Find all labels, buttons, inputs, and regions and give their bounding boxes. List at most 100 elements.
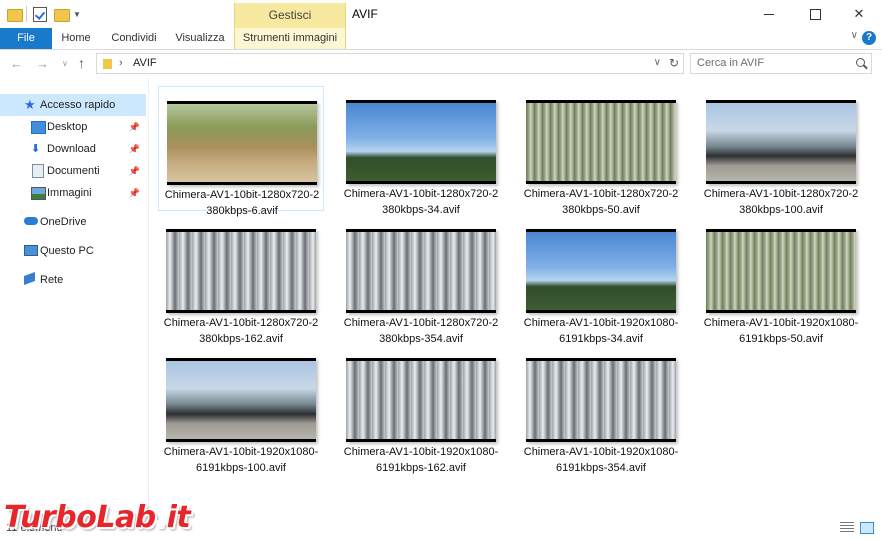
file-item[interactable]: Chimera-AV1-10bit-1280x720-2 380kbps-34.a… [338,86,504,216]
file-name: Chimera-AV1-10bit-1920x1080- 6191kbps-354… [523,446,679,474]
file-name: Chimera-AV1-10bit-1280x720-2 380kbps-354.… [343,317,499,345]
tab-home[interactable]: Home [56,28,96,49]
sidebar-item-label: Accesso rapido [40,99,116,111]
file-item[interactable]: Chimera-AV1-10bit-1280x720-2 380kbps-162.… [158,215,324,345]
file-thumbnail [706,100,856,184]
sidebar-item-download[interactable]: ⬇ Download 📌 [0,138,146,160]
file-thumbnail [706,229,856,313]
maximize-icon [809,8,821,20]
star-icon: ★ [24,97,36,112]
window-title: AVIF [352,7,378,21]
sidebar-item-label: Desktop [47,121,88,133]
large-icons-view-icon[interactable] [860,522,874,534]
new-folder-icon[interactable] [53,6,70,22]
pin-icon: 📌 [128,166,140,176]
title-bar: ▼ Gestisci AVIF ✕ [0,0,882,28]
tab-visualizza[interactable]: Visualizza [170,28,230,49]
folder-icon [6,6,23,22]
network-icon [24,271,35,286]
file-item[interactable]: Chimera-AV1-10bit-1280x720-2 380kbps-100.… [698,86,864,216]
sidebar-item-rete[interactable]: Rete [0,269,146,291]
sidebar-item-questo-pc[interactable]: Questo PC [0,240,146,262]
file-name: Chimera-AV1-10bit-1280x720-2 380kbps-100.… [703,188,859,216]
cloud-icon [24,217,38,225]
close-icon: ✕ [853,6,865,21]
pictures-icon [31,187,46,200]
toolbar-divider [26,6,27,22]
file-thumbnail [346,100,496,184]
folder-icon [103,59,112,69]
customize-toolbar-chevron-icon[interactable]: ▼ [73,10,81,19]
file-item[interactable]: Chimera-AV1-10bit-1280x720-2 380kbps-354.… [338,215,504,345]
sidebar-item-accesso-rapido[interactable]: ★ Accesso rapido [0,94,146,116]
address-bar[interactable]: › AVIF ∨ ↻ [96,53,684,74]
breadcrumb-chevron-icon[interactable]: › [119,57,123,69]
navigation-pane: ★ Accesso rapido Desktop 📌 ⬇ Download 📌 … [0,78,149,540]
file-thumbnail [526,229,676,313]
sidebar-item-label: Rete [40,274,64,286]
file-item[interactable]: Chimera-AV1-10bit-1920x1080- 6191kbps-100… [158,344,324,474]
file-name: Chimera-AV1-10bit-1920x1080- 6191kbps-34.… [523,317,679,345]
help-icon[interactable]: ? [862,31,876,45]
address-dropdown-icon[interactable]: ∨ [654,57,661,68]
file-name: Chimera-AV1-10bit-1280x720-2 380kbps-50.a… [523,188,679,216]
file-thumbnail [526,358,676,442]
documents-icon [32,164,44,178]
desktop-icon [31,121,46,134]
file-thumbnail [166,358,316,442]
file-name: Chimera-AV1-10bit-1920x1080- 6191kbps-162… [343,446,499,474]
sidebar-item-onedrive[interactable]: OneDrive [0,211,146,233]
sidebar-item-label: Immagini [47,187,92,199]
file-name: Chimera-AV1-10bit-1280x720-2 380kbps-34.a… [343,188,499,216]
close-button[interactable]: ✕ [836,0,882,28]
tab-file[interactable]: File [0,28,52,49]
file-item[interactable]: Chimera-AV1-10bit-1280x720-2 380kbps-50.a… [518,86,684,216]
context-tab-gestisci[interactable]: Gestisci [234,3,346,28]
file-name: Chimera-AV1-10bit-1280x720-2 380kbps-162.… [163,317,319,345]
tab-condividi[interactable]: Condividi [106,28,162,49]
back-arrow-icon[interactable]: ← [10,56,23,71]
quick-access-toolbar: ▼ [6,5,81,23]
sidebar-item-label: OneDrive [40,216,87,228]
file-thumbnail [167,101,317,185]
file-item[interactable]: Chimera-AV1-10bit-1280x720-2 380kbps-6.av… [158,86,324,217]
sidebar-item-immagini[interactable]: Immagini 📌 [0,182,146,204]
up-arrow-icon[interactable]: ↑ [78,55,85,71]
properties-icon[interactable] [31,6,47,22]
pin-icon: 📌 [128,122,140,132]
file-item[interactable]: Chimera-AV1-10bit-1920x1080- 6191kbps-162… [338,344,504,474]
file-name: Chimera-AV1-10bit-1920x1080- 6191kbps-100… [163,446,319,474]
forward-arrow-icon[interactable]: → [36,56,49,71]
sidebar-item-desktop[interactable]: Desktop 📌 [0,116,146,138]
search-icon[interactable] [856,58,865,67]
download-icon: ⬇ [31,143,41,155]
pin-icon: 📌 [128,144,140,154]
breadcrumb-current[interactable]: AVIF [133,57,157,69]
navigation-bar: ← → ∨ ↑ › AVIF ∨ ↻ Cerca in AVIF [0,50,882,78]
file-name: Chimera-AV1-10bit-1920x1080- 6191kbps-50.… [703,317,859,345]
details-view-icon[interactable] [840,522,854,534]
maximize-button[interactable] [792,0,838,28]
sidebar-item-label: Questo PC [40,245,94,257]
sidebar-item-label: Download [47,143,96,155]
sidebar-item-documenti[interactable]: Documenti 📌 [0,160,146,182]
file-thumbnail [166,229,316,313]
minimize-button[interactable] [746,0,792,28]
file-list: Chimera-AV1-10bit-1280x720-2 380kbps-6.av… [148,78,882,518]
refresh-icon[interactable]: ↻ [669,56,679,70]
sidebar-item-label: Documenti [47,165,100,177]
expand-ribbon-chevron-icon[interactable]: ∨ [851,30,858,41]
minimize-icon [764,13,774,15]
file-item[interactable]: Chimera-AV1-10bit-1920x1080- 6191kbps-354… [518,344,684,474]
file-thumbnail [526,100,676,184]
pin-icon: 📌 [128,188,140,198]
search-input[interactable]: Cerca in AVIF [690,53,872,74]
search-placeholder: Cerca in AVIF [697,57,765,69]
file-item[interactable]: Chimera-AV1-10bit-1920x1080- 6191kbps-34.… [518,215,684,345]
recent-locations-chevron-icon[interactable]: ∨ [62,59,68,68]
tab-strumenti-immagini[interactable]: Strumenti immagini [234,28,346,49]
ribbon-tabs: File Home Condividi Visualizza Strumenti… [0,28,882,50]
turbolab-watermark-logo: TurboLab.it [4,500,191,535]
file-item[interactable]: Chimera-AV1-10bit-1920x1080- 6191kbps-50.… [698,215,864,345]
pc-icon [24,245,38,256]
